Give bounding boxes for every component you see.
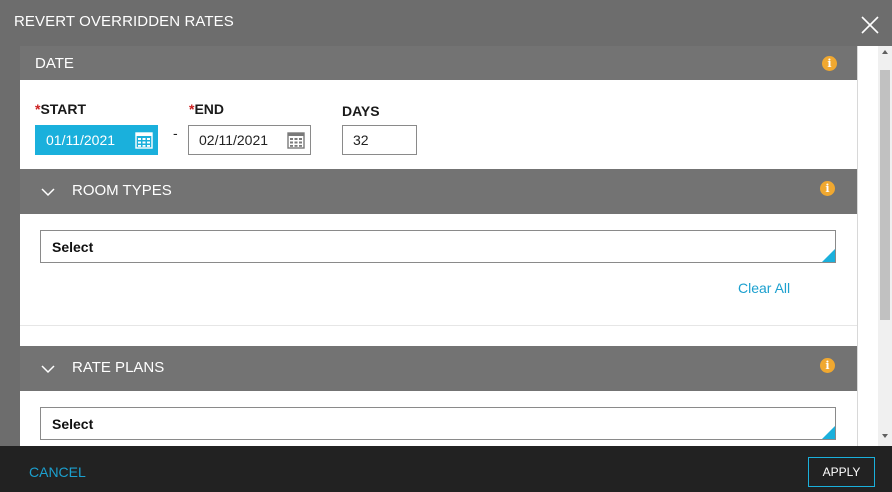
dropdown-corner-icon (822, 249, 835, 262)
date-range-separator: - (173, 125, 178, 141)
dialog-titlebar: REVERT OVERRIDDEN RATES (0, 0, 892, 46)
start-label-text: START (40, 101, 87, 117)
calendar-icon[interactable] (135, 131, 153, 149)
calendar-icon[interactable] (287, 131, 305, 149)
chevron-down-icon[interactable] (41, 364, 55, 374)
vertical-scrollbar[interactable] (878, 46, 892, 446)
info-icon[interactable]: i (820, 181, 835, 196)
rate-plans-select[interactable]: Select (40, 407, 836, 440)
scroll-down-icon[interactable] (882, 434, 888, 438)
room-types-section-header[interactable]: ROOM TYPES i (20, 169, 857, 214)
chevron-down-icon[interactable] (41, 187, 55, 197)
room-types-select[interactable]: Select (40, 230, 836, 263)
rate-plans-title: RATE PLANS (72, 359, 165, 376)
apply-button[interactable]: APPLY (808, 457, 875, 487)
clear-all-link[interactable]: Clear All (738, 280, 790, 296)
dialog-content: DATE i *START 01/11/2021 - *END 02/11/20… (0, 46, 892, 446)
date-section-title: DATE (35, 55, 74, 72)
end-date-value: 02/11/2021 (199, 132, 269, 148)
left-rail (0, 46, 20, 446)
room-types-select-value: Select (52, 239, 94, 255)
dialog-footer: CANCEL APPLY (0, 446, 892, 492)
date-section-header: DATE i (20, 46, 857, 80)
close-icon[interactable] (860, 15, 880, 35)
dialog-title: REVERT OVERRIDDEN RATES (14, 13, 234, 30)
form-panel: DATE i *START 01/11/2021 - *END 02/11/20… (20, 46, 858, 446)
section-divider (20, 325, 857, 326)
end-label: *END (189, 101, 224, 117)
dropdown-corner-icon (822, 426, 835, 439)
info-icon[interactable]: i (822, 56, 837, 71)
cancel-button[interactable]: CANCEL (29, 464, 86, 480)
rate-plans-select-value: Select (52, 416, 94, 432)
start-date-input[interactable]: 01/11/2021 (35, 125, 158, 155)
start-date-value: 01/11/2021 (46, 132, 116, 148)
days-value: 32 (353, 132, 369, 148)
scrollbar-thumb[interactable] (880, 70, 890, 320)
end-date-input[interactable]: 02/11/2021 (188, 125, 311, 155)
scroll-up-icon[interactable] (882, 50, 888, 54)
rate-plans-section-header[interactable]: RATE PLANS i (20, 346, 857, 391)
end-label-text: END (194, 101, 225, 117)
days-input[interactable]: 32 (342, 125, 417, 155)
info-icon[interactable]: i (820, 358, 835, 373)
start-label: *START (35, 101, 86, 117)
room-types-title: ROOM TYPES (72, 182, 172, 199)
days-label: DAYS (342, 103, 380, 119)
